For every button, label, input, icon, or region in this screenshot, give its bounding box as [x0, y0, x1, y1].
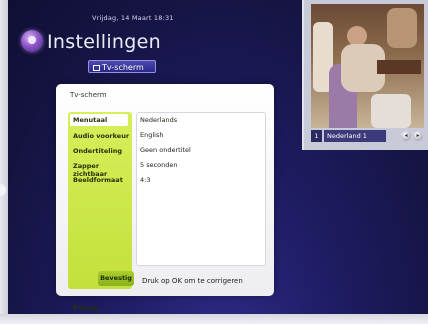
breadcrumb-label: Tv-scherm	[102, 63, 144, 72]
value-zapper-zichtbaar: 5 seconden	[140, 161, 178, 169]
hint-text: Druk op OK om te corrigeren	[142, 277, 243, 285]
back-label: Terug	[78, 304, 99, 312]
settings-values: Nederlands English Geen ondertitel 5 sec…	[136, 112, 266, 266]
back-arrow-icon	[72, 304, 76, 310]
value-beeldformaat: 4:3	[140, 176, 151, 184]
screen-bezel-bottom	[0, 314, 428, 324]
menu-item-ondertiteling[interactable]: Ondertiteling	[73, 147, 122, 155]
tv-next-icon[interactable]: ▸	[413, 131, 423, 141]
value-ondertiteling: Geen ondertitel	[140, 146, 191, 154]
tv-icon	[93, 65, 100, 71]
panel-title: Tv-scherm	[70, 91, 107, 99]
tv-preview: 1 Nederland 1 ◂ ▸	[302, 0, 428, 150]
value-audio-voorkeur: English	[140, 131, 164, 139]
tv-channel-bar: 1 Nederland 1 ◂ ▸	[311, 130, 424, 142]
screen-bezel-left	[0, 0, 8, 324]
confirm-button[interactable]: Bevestig	[98, 271, 134, 286]
logo-icon	[21, 30, 43, 52]
channel-name: Nederland 1	[324, 130, 386, 142]
page-title: Instellingen	[47, 31, 161, 53]
settings-menu: Menutaal Audio voorkeur Ondertiteling Za…	[68, 112, 132, 312]
menu-item-menutaal[interactable]: Menutaal	[70, 114, 128, 126]
menu-item-audio-voorkeur[interactable]: Audio voorkeur	[73, 132, 129, 140]
back-button[interactable]: Terug	[68, 302, 108, 314]
tv-video	[311, 4, 424, 128]
tv-prev-icon[interactable]: ◂	[401, 131, 411, 141]
value-menutaal: Nederlands	[140, 116, 178, 124]
menu-item-beeldformaat[interactable]: Beeldformaat	[73, 176, 123, 184]
settings-panel: Tv-scherm Menutaal Audio voorkeur Ondert…	[56, 84, 274, 312]
channel-number: 1	[311, 130, 322, 142]
breadcrumb: Tv-scherm	[88, 60, 156, 73]
date-time: Vrijdag, 14 Maart 18:31	[92, 14, 174, 22]
